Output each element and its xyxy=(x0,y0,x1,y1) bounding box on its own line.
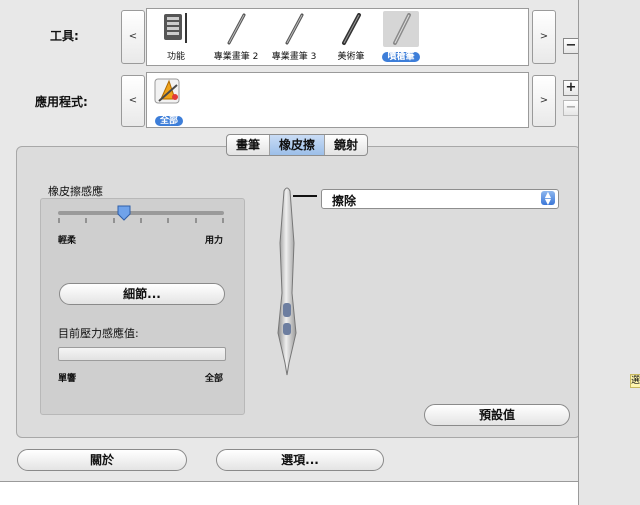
tool-item-airbrush[interactable]: 噴槍筆 xyxy=(375,11,427,63)
options-button[interactable]: 選項... xyxy=(216,449,384,471)
slider-min-label: 輕柔 xyxy=(58,236,77,246)
eraser-action-value: 擦除 xyxy=(332,194,357,208)
apps-scroll-right-button[interactable]: > xyxy=(532,75,556,127)
tools-row-label: 工具: xyxy=(50,29,79,43)
pressure-min-label: 單響 xyxy=(58,374,77,384)
tool-label: 美術筆 xyxy=(337,52,365,62)
apps-scroll-left-button[interactable]: < xyxy=(121,75,145,127)
pen-illustration xyxy=(277,187,297,376)
pressure-label: 目前壓力感應值: xyxy=(58,327,139,340)
airbrush-icon xyxy=(393,13,411,45)
default-button[interactable]: 預設值 xyxy=(424,404,570,426)
tab-eraser[interactable]: 橡皮擦 xyxy=(270,135,326,155)
pressure-bar xyxy=(58,347,226,361)
tools-scroll-left-button[interactable]: < xyxy=(121,10,145,64)
about-button[interactable]: 關於 xyxy=(17,449,187,471)
tab-mapping[interactable]: 鏡射 xyxy=(325,135,367,155)
tools-scroll-right-button[interactable]: > xyxy=(532,10,556,64)
tool-item-function[interactable]: 功能 xyxy=(150,11,202,63)
eraser-callout-line xyxy=(293,195,317,197)
tool-item-grip-pen-2[interactable]: 專業畫筆 2 xyxy=(210,11,262,63)
tool-item-art-pen[interactable]: 美術筆 xyxy=(325,11,377,63)
add-app-button[interactable]: + xyxy=(563,80,579,96)
all-apps-icon xyxy=(154,78,180,104)
remove-tool-button[interactable]: − xyxy=(563,38,579,54)
grip-pen-icon xyxy=(285,13,304,45)
slider-max-label: 用力 xyxy=(205,236,224,246)
app-item-all[interactable]: 全部 xyxy=(147,75,191,127)
slider-ticks xyxy=(58,218,224,223)
tool-label: 專業畫筆 2 xyxy=(213,52,259,62)
wacom-tablet-window: 工具: < 功能 專業畫筆 2 專業畫筆 3 美術筆 噴槍筆 > − 應用程式:… xyxy=(0,0,608,482)
tab-bar: 畫筆 橡皮擦 鏡射 xyxy=(226,134,369,156)
art-pen-icon xyxy=(342,13,361,45)
popup-arrows-icon: ▲ ▼ xyxy=(541,191,555,206)
function-icon xyxy=(164,13,187,43)
tool-label: 噴槍筆 xyxy=(382,52,420,62)
apps-strip: 全部 xyxy=(146,72,529,128)
tab-pen[interactable]: 畫筆 xyxy=(227,135,271,155)
background-window xyxy=(578,0,640,505)
tool-item-grip-pen-3[interactable]: 專業畫筆 3 xyxy=(268,11,320,63)
grip-pen-icon xyxy=(227,13,246,45)
eraser-feel-title: 橡皮擦感應 xyxy=(48,185,103,198)
apps-row-label: 應用程式: xyxy=(35,95,88,109)
eraser-feel-slider-track[interactable] xyxy=(58,211,224,215)
remove-app-button[interactable]: − xyxy=(563,100,579,116)
eraser-action-popup[interactable]: 擦除 ▲ ▼ xyxy=(321,189,559,209)
eraser-feel-slider-thumb[interactable] xyxy=(117,205,131,221)
tool-label: 功能 xyxy=(166,52,185,62)
background-tooltip: 選 xyxy=(630,374,640,388)
tools-strip: 功能 專業畫筆 2 專業畫筆 3 美術筆 噴槍筆 xyxy=(146,8,529,66)
pressure-max-label: 全部 xyxy=(205,374,224,384)
app-label: 全部 xyxy=(154,116,183,126)
tool-label: 專業畫筆 3 xyxy=(271,52,317,62)
details-button[interactable]: 細節... xyxy=(59,283,225,305)
